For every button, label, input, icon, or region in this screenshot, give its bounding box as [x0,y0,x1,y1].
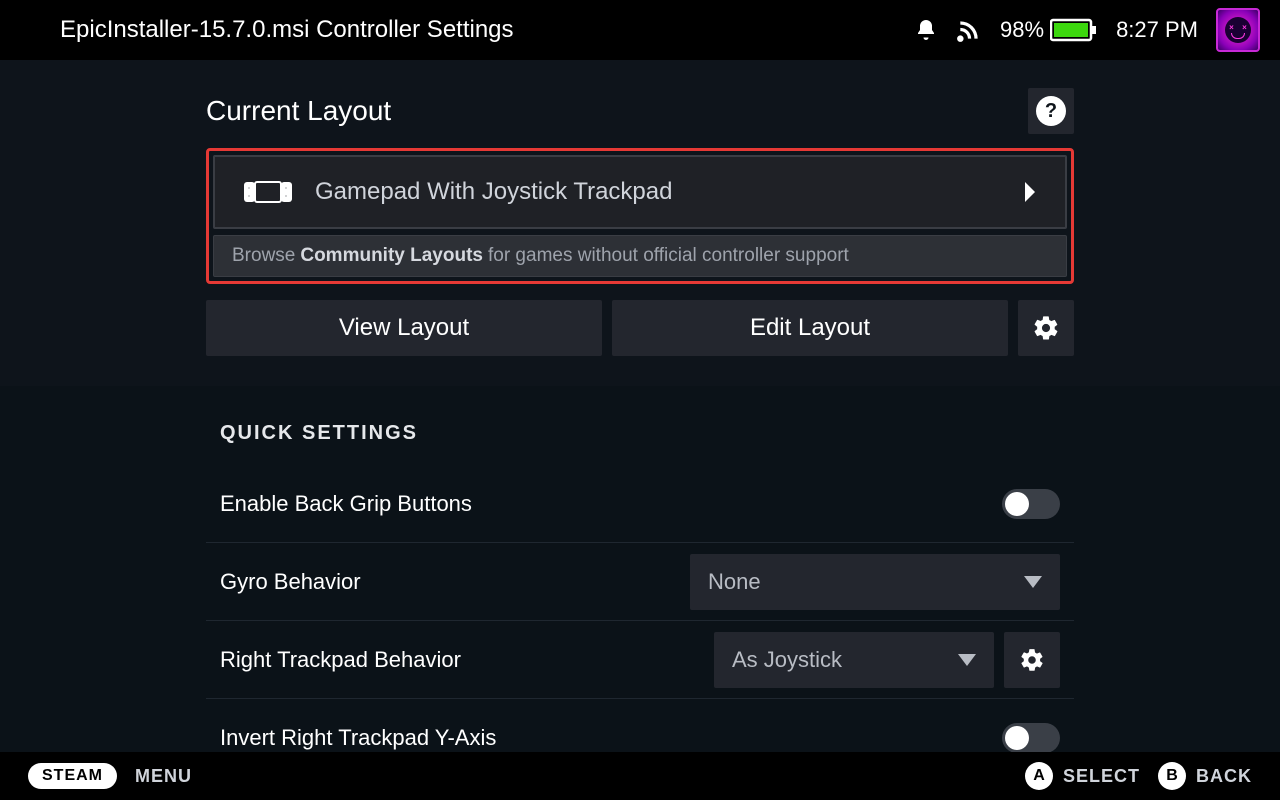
footer-hint-back: B BACK [1158,762,1252,790]
toggle-invert-right[interactable] [1002,723,1060,753]
footer-bar: STEAM MENU A SELECT B BACK [0,752,1280,800]
gear-icon [1032,314,1060,342]
current-layout-heading: Current Layout ? [206,60,1074,148]
setting-label-back-grip: Enable Back Grip Buttons [220,491,1002,517]
page-title: EpicInstaller-15.7.0.msi Controller Sett… [60,16,914,44]
layout-name: Gamepad With Joystick Trackpad [315,178,672,206]
setting-back-grip: Enable Back Grip Buttons [206,465,1074,543]
footer-hint-select: A SELECT [1025,762,1140,790]
current-layout-label: Current Layout [206,95,391,127]
hint-select-label: SELECT [1063,766,1140,787]
chevron-down-icon [958,654,976,666]
network-icon[interactable] [956,17,982,43]
main-content: Current Layout ? Gamepad With Joystick T… [0,60,1280,800]
browse-suffix: for games without official controller su… [488,245,849,267]
bell-icon[interactable] [914,18,938,42]
avatar[interactable]: ×× [1216,8,1260,52]
help-icon: ? [1036,96,1066,126]
help-button[interactable]: ? [1028,88,1074,134]
chevron-down-icon [1024,576,1042,588]
toggle-back-grip[interactable] [1002,489,1060,519]
b-button-icon: B [1158,762,1186,790]
view-layout-button[interactable]: View Layout [206,300,602,356]
battery-indicator: 98% [1000,17,1098,43]
status-tray: 98% 8:27 PM ×× [914,8,1260,52]
browse-prefix: Browse [232,245,295,267]
quick-settings-section: QUICK SETTINGS Enable Back Grip Buttons … [0,386,1280,800]
steam-button[interactable]: STEAM [28,763,117,789]
layout-settings-button[interactable] [1018,300,1074,356]
battery-percent: 98% [1000,17,1044,43]
quick-settings-heading: QUICK SETTINGS [206,414,1074,465]
dropdown-gyro-value: None [708,569,1024,595]
setting-label-gyro: Gyro Behavior [220,569,690,595]
setting-label-right-trackpad: Right Trackpad Behavior [220,647,714,673]
layout-actions: View Layout Edit Layout [206,300,1074,356]
battery-icon [1050,18,1098,42]
steamdeck-icon [243,178,293,206]
dropdown-right-trackpad-value: As Joystick [732,647,958,673]
a-button-icon: A [1025,762,1053,790]
browse-community-layouts[interactable]: Browse Community Layouts for games witho… [213,235,1067,277]
layout-highlight-box: Gamepad With Joystick Trackpad Browse Co… [206,148,1074,284]
setting-label-invert-right: Invert Right Trackpad Y-Axis [220,725,1002,751]
setting-gyro: Gyro Behavior None [206,543,1074,621]
chevron-right-icon [1023,182,1037,202]
dropdown-right-trackpad[interactable]: As Joystick [714,632,994,688]
gear-icon [1019,647,1045,673]
current-layout-row[interactable]: Gamepad With Joystick Trackpad [213,155,1067,229]
clock: 8:27 PM [1116,17,1198,43]
browse-bold: Community Layouts [300,245,483,267]
dropdown-gyro[interactable]: None [690,554,1060,610]
setting-right-trackpad: Right Trackpad Behavior As Joystick [206,621,1074,699]
right-trackpad-settings-button[interactable] [1004,632,1060,688]
edit-layout-button[interactable]: Edit Layout [612,300,1008,356]
top-status-bar: EpicInstaller-15.7.0.msi Controller Sett… [0,0,1280,60]
hint-back-label: BACK [1196,766,1252,787]
footer-menu-label: MENU [135,766,192,787]
